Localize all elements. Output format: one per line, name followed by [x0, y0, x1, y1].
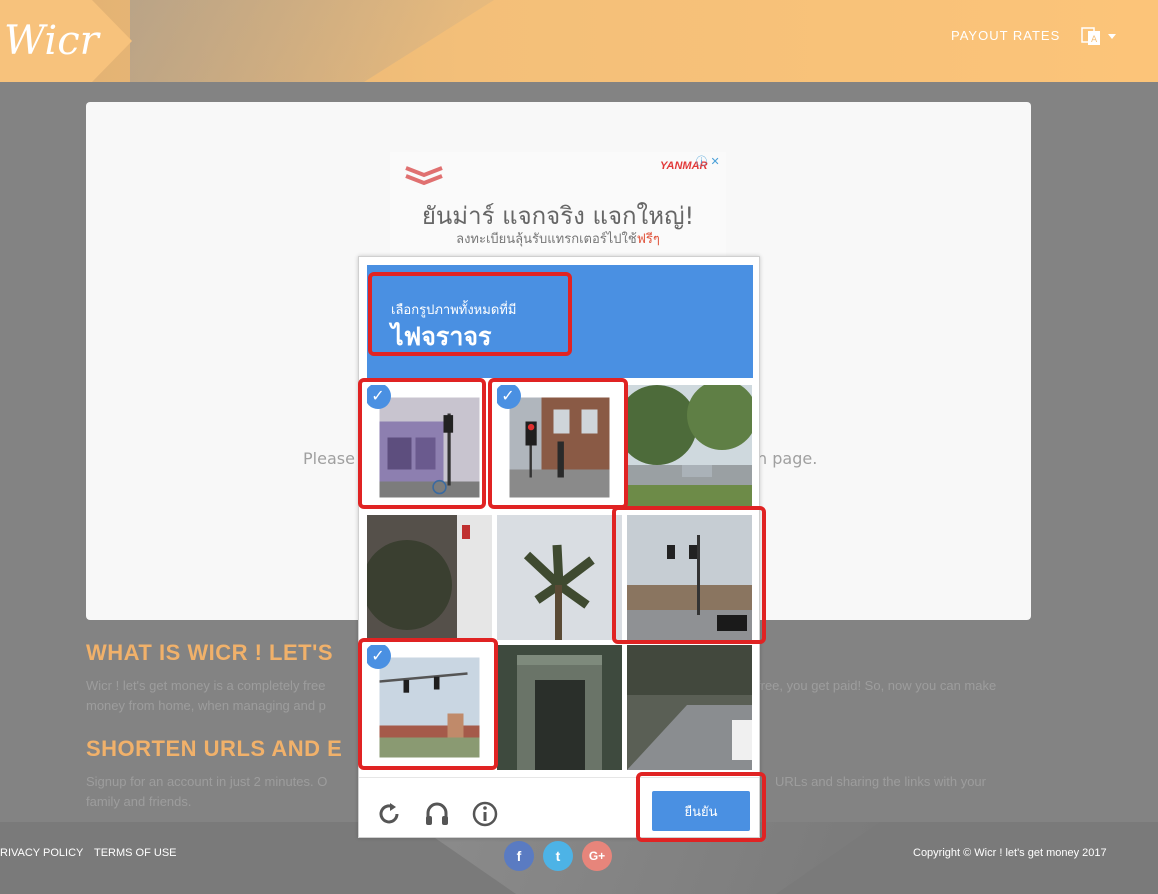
chevron-down-icon[interactable] [1108, 34, 1116, 39]
section-text-shorten-1: Signup for an account in just 2 minutes.… [86, 774, 328, 789]
section-text-what-2: money from home, when managing and p [86, 698, 326, 713]
annotation-box-tile-7 [358, 638, 498, 770]
ad-close-icon[interactable]: ⓘ ✕ [696, 153, 720, 169]
captcha-tile-3[interactable] [627, 385, 752, 510]
section-title-shorten: SHORTEN URLS AND E [86, 736, 343, 761]
footer-copyright: Copyright © Wicr ! let's get money 2017 [913, 847, 1107, 859]
footer-link-privacy[interactable]: RIVACY POLICY [0, 847, 83, 859]
captcha-tile-5[interactable] [497, 515, 622, 640]
section-text-what-1: Wicr ! let's get money is a completely f… [86, 678, 326, 693]
footer-link-terms[interactable]: TERMS OF USE [94, 847, 177, 859]
annotation-box-instruction [368, 272, 572, 356]
site-header: Wicr PAYOUT RATES A [0, 0, 1158, 82]
nav-payout-rates[interactable]: PAYOUT RATES [951, 28, 1060, 43]
annotation-box-tile-1 [358, 378, 486, 509]
captcha-tile-4[interactable] [367, 515, 492, 640]
section-text-what-1-right: free, you get paid! So, now you can make [757, 678, 997, 693]
advertisement[interactable]: YANMAR ⓘ ✕ ยันม่าร์ แจกจริง แจกใหญ่! ลงท… [390, 152, 726, 262]
google-plus-icon[interactable]: G+ [582, 841, 612, 871]
annotation-box-verify [636, 772, 766, 842]
ad-chevron-icon [404, 166, 444, 186]
refresh-icon[interactable] [375, 800, 403, 828]
svg-text:A: A [1091, 35, 1098, 45]
site-logo[interactable]: Wicr [4, 18, 99, 64]
logo-badge[interactable]: Wicr [0, 0, 132, 82]
section-text-shorten-2: family and friends. [86, 794, 192, 809]
language-icon[interactable]: A [1081, 26, 1101, 46]
section-text-shorten-1-right: URLs and sharing the links with your [775, 774, 986, 789]
annotation-box-tile-6 [612, 506, 766, 644]
ad-subline-text: ลงทะเบียนลุ้นรับแทรกเตอร์ไปใช้ [456, 232, 637, 247]
ad-subline-free: ฟรีๆ [636, 232, 660, 247]
section-title-what: WHAT IS WICR ! LET'S [86, 640, 334, 665]
page-message-left: Please [303, 449, 355, 468]
page-message-right: n page. [757, 449, 818, 468]
annotation-box-tile-2 [488, 378, 628, 509]
captcha-tile-9[interactable] [627, 645, 752, 770]
header-decoration [130, 0, 494, 82]
info-icon[interactable] [471, 800, 499, 828]
headphones-icon[interactable] [423, 800, 451, 828]
captcha-tile-8[interactable] [497, 645, 622, 770]
facebook-icon[interactable]: f [504, 841, 534, 871]
twitter-icon[interactable]: t [543, 841, 573, 871]
ad-subline: ลงทะเบียนลุ้นรับแทรกเตอร์ไปใช้ฟรีๆ [390, 228, 726, 249]
